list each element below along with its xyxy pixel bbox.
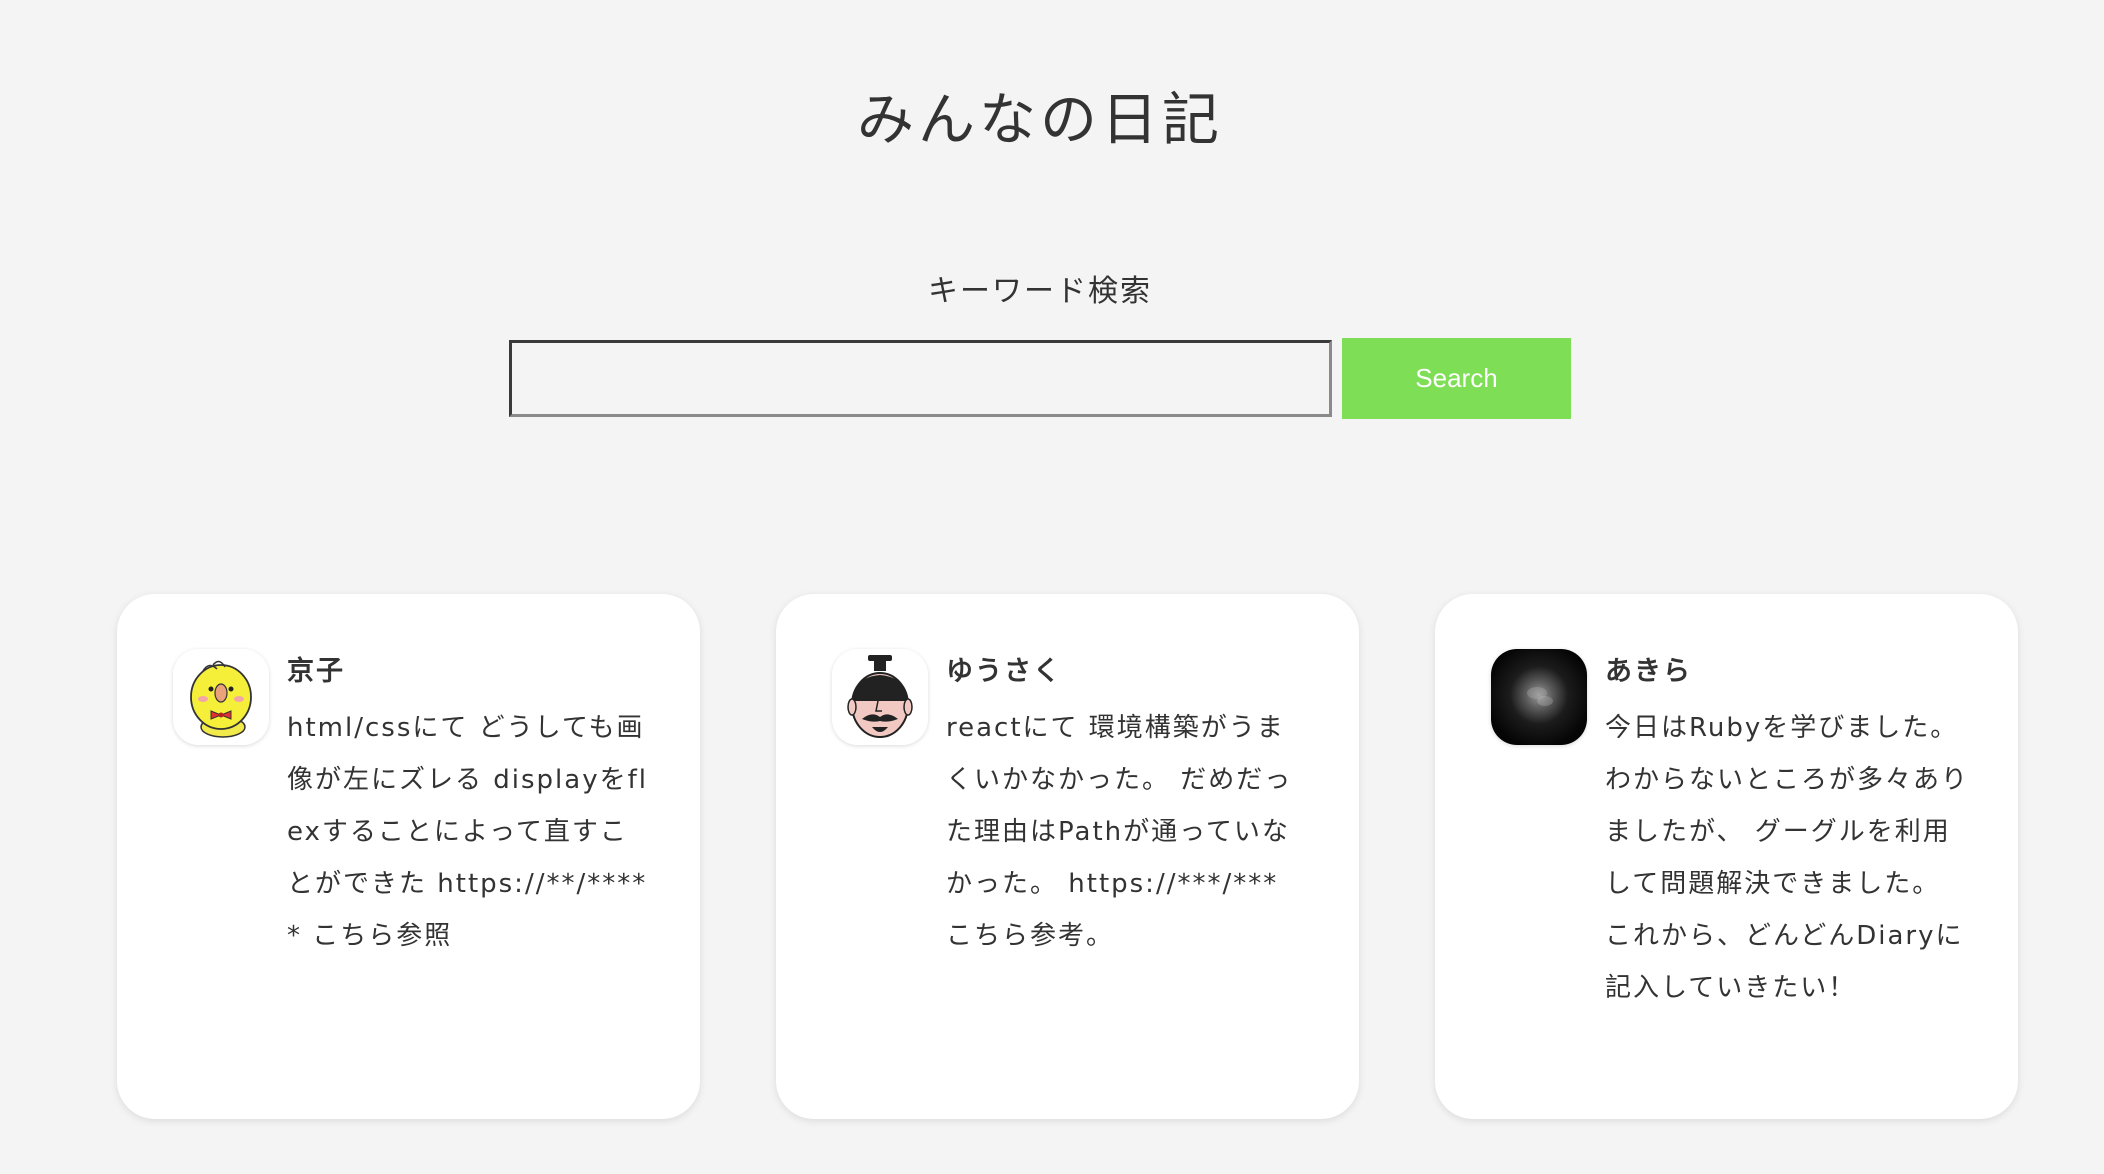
- diary-card[interactable]: ゆうさく reactにて 環境構築がうまくいかなかった。 だめだった理由はPat…: [776, 594, 1359, 1119]
- post-author: ゆうさく: [946, 656, 1062, 687]
- search-label: キーワード検索: [928, 274, 1152, 309]
- diary-card[interactable]: あきら 今日はRubyを学びました。 わからないところが多々ありましたが、 グー…: [1435, 594, 2018, 1119]
- search-button[interactable]: Search: [1342, 338, 1571, 419]
- post-author: あきら: [1605, 656, 1692, 687]
- search-input[interactable]: [509, 340, 1332, 417]
- post-author: 京子: [287, 656, 345, 687]
- dark-orb-avatar-icon: [1491, 649, 1587, 745]
- post-body: reactにて 環境構築がうまくいかなかった。 だめだった理由はPathが通って…: [946, 713, 1293, 951]
- post-body: 今日はRubyを学びました。 わからないところが多々ありましたが、 グーグルを利…: [1605, 713, 1970, 1003]
- diary-card[interactable]: 京子 html/cssにて どうしても画像が左にズレる displayをflex…: [117, 594, 700, 1119]
- yellow-chick-avatar-icon: [173, 649, 269, 745]
- post-body: html/cssにて どうしても画像が左にズレる displayをflexするこ…: [287, 713, 648, 951]
- mustache-man-avatar-icon: [832, 649, 928, 745]
- page-title: みんなの日記: [857, 87, 1223, 153]
